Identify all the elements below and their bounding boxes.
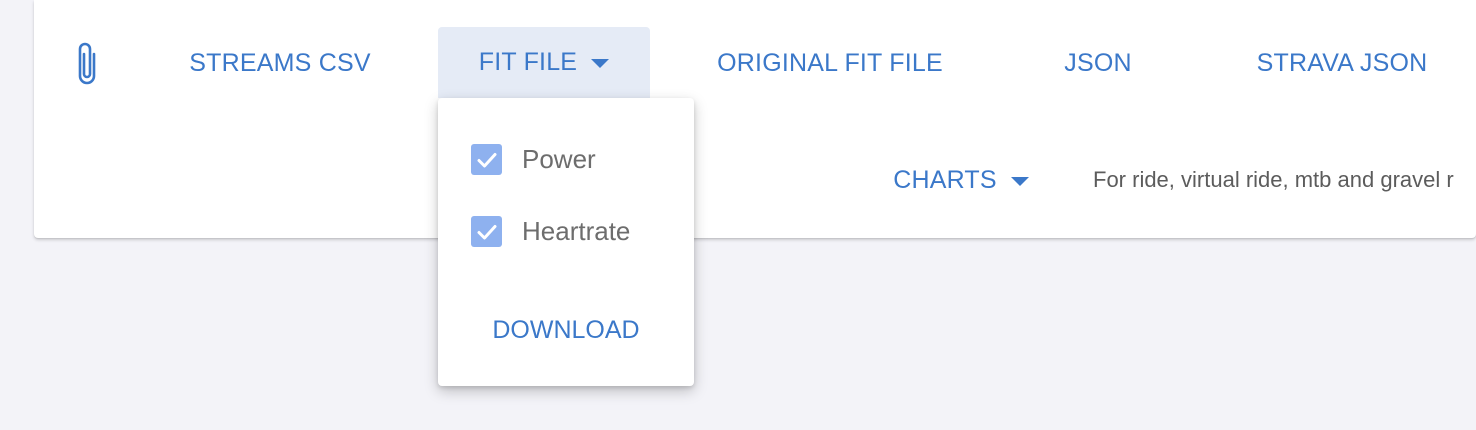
check-icon: [477, 152, 496, 167]
charts-description: For ride, virtual ride, mtb and gravel r: [1093, 167, 1454, 192]
caret-down-icon: [1010, 176, 1029, 186]
power-checkbox[interactable]: [471, 144, 502, 175]
power-label: Power: [522, 144, 596, 174]
original-fit-file-button[interactable]: ORIGINAL FIT FILE: [700, 30, 960, 96]
json-label: JSON: [1064, 48, 1132, 77]
heartrate-label: Heartrate: [522, 216, 631, 246]
original-fit-file-label: ORIGINAL FIT FILE: [717, 48, 943, 77]
caret-down-icon: [591, 59, 610, 68]
fit-file-label: FIT FILE: [478, 48, 578, 76]
heartrate-checkbox[interactable]: [471, 216, 502, 247]
download-button[interactable]: DOWNLOAD: [438, 310, 694, 350]
strava-json-button[interactable]: STRAVA JSON: [1236, 30, 1448, 96]
json-button[interactable]: JSON: [1040, 30, 1156, 96]
charts-button[interactable]: CHARTS: [876, 148, 1046, 212]
streams-csv-button[interactable]: STREAMS CSV: [170, 30, 390, 96]
paperclip-icon: [78, 42, 96, 85]
check-icon: [477, 224, 496, 239]
power-checkbox-option[interactable]: Power: [471, 144, 596, 175]
fit-file-dropdown-menu: Power Heartrate DOWNLOAD: [438, 98, 694, 386]
strava-json-label: STRAVA JSON: [1256, 48, 1428, 77]
fit-file-button[interactable]: FIT FILE: [438, 27, 650, 98]
charts-label: CHARTS: [893, 165, 997, 194]
streams-csv-label: STREAMS CSV: [189, 48, 371, 77]
heartrate-checkbox-option[interactable]: Heartrate: [471, 216, 630, 247]
